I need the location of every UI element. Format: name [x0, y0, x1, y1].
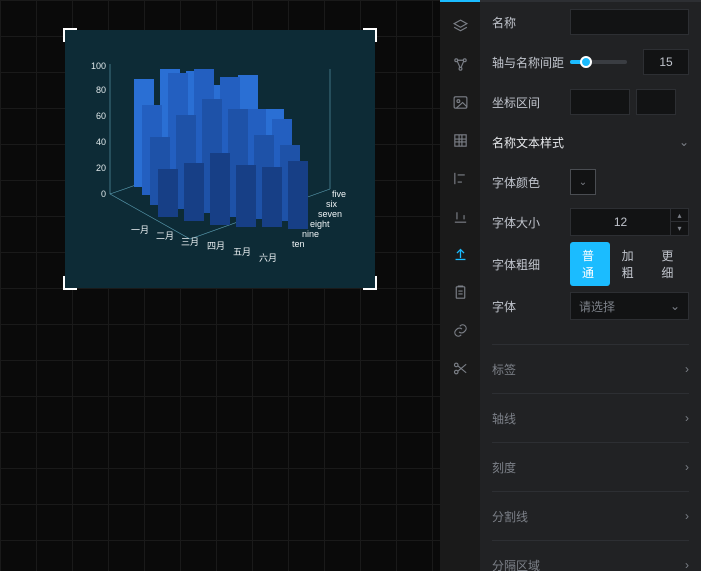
font-weight-light[interactable]: 更细: [649, 242, 689, 286]
text-style-header[interactable]: 名称文本样式 ⌄: [480, 122, 701, 162]
axis-range-min[interactable]: [570, 89, 630, 115]
chevron-right-icon: ›: [685, 460, 689, 474]
section-axis-line[interactable]: 轴线 ›: [480, 398, 701, 438]
selected-element-frame[interactable]: 0 20 40 60 80 100 一月: [65, 30, 375, 288]
panel-iconbar: [440, 0, 480, 571]
ytick: 100: [91, 61, 106, 71]
font-color-swatch[interactable]: ⌄: [570, 169, 596, 195]
font-size-spinner[interactable]: 12 ▴ ▾: [570, 208, 689, 236]
chevron-right-icon: ›: [685, 362, 689, 376]
font-family-label: 字体: [492, 298, 570, 315]
clipboard-icon[interactable]: [440, 274, 480, 310]
font-size-label: 字体大小: [492, 214, 570, 231]
properties-panel: 名称 轴与名称间距 坐标区间 名称文本样式 ⌄ 字体颜色: [440, 0, 701, 571]
axis-range-max[interactable]: [636, 89, 676, 115]
zcat: six: [326, 199, 337, 209]
zcat: five: [332, 189, 346, 199]
section-split-area-text: 分隔区域: [492, 557, 540, 571]
xcat: 五月: [233, 247, 251, 257]
bar3d-chart: 0 20 40 60 80 100 一月: [80, 45, 360, 273]
properties-scroll[interactable]: 名称 轴与名称间距 坐标区间 名称文本样式 ⌄ 字体颜色: [480, 0, 701, 571]
zcat: ten: [292, 239, 305, 249]
section-split-line-text: 分割线: [492, 508, 528, 525]
font-family-placeholder: 请选择: [579, 298, 615, 315]
chevron-right-icon: ›: [685, 509, 689, 523]
section-tick-text: 刻度: [492, 459, 516, 476]
align-left-icon[interactable]: [440, 160, 480, 196]
name-input[interactable]: [570, 9, 689, 35]
section-label[interactable]: 标签 ›: [480, 349, 701, 389]
editor-canvas[interactable]: 0 20 40 60 80 100 一月: [0, 0, 440, 571]
grid-icon[interactable]: [440, 122, 480, 158]
spinner-down-icon[interactable]: ▾: [671, 222, 688, 235]
ytick: 80: [96, 85, 106, 95]
spinner-up-icon[interactable]: ▴: [671, 209, 688, 222]
name-gap-slider[interactable]: [570, 60, 637, 64]
xcat: 一月: [131, 225, 149, 235]
resize-handle-bl[interactable]: [63, 276, 77, 290]
ytick: 20: [96, 163, 106, 173]
ytick: 40: [96, 137, 106, 147]
chevron-right-icon: ›: [685, 558, 689, 571]
section-split-area[interactable]: 分隔区域 ›: [480, 545, 701, 571]
xcat: 二月: [156, 231, 174, 241]
align-bottom-icon[interactable]: [440, 198, 480, 234]
zcat: eight: [310, 219, 330, 229]
ytick: 0: [101, 189, 106, 199]
resize-handle-tr[interactable]: [363, 28, 377, 42]
text-style-header-label: 名称文本样式: [492, 134, 564, 151]
axis-range-label: 坐标区间: [492, 94, 570, 111]
xcat: 四月: [207, 241, 225, 251]
link-icon[interactable]: [440, 312, 480, 348]
font-color-label: 字体颜色: [492, 174, 570, 191]
font-weight-bold[interactable]: 加粗: [610, 242, 650, 286]
zcat: seven: [318, 209, 342, 219]
font-size-value: 12: [571, 215, 670, 229]
section-tick[interactable]: 刻度 ›: [480, 447, 701, 487]
section-split-line[interactable]: 分割线 ›: [480, 496, 701, 536]
font-weight-normal[interactable]: 普通: [570, 242, 610, 286]
chevron-down-icon: ⌄: [679, 135, 689, 149]
nodes-icon[interactable]: [440, 46, 480, 82]
resize-handle-tl[interactable]: [63, 28, 77, 42]
image-icon[interactable]: [440, 84, 480, 120]
ytick: 60: [96, 111, 106, 121]
chevron-down-icon: ⌄: [579, 177, 587, 188]
font-weight-label: 字体粗细: [492, 256, 570, 273]
layers-icon[interactable]: [440, 8, 480, 44]
chevron-right-icon: ›: [685, 411, 689, 425]
resize-handle-br[interactable]: [363, 276, 377, 290]
chevron-down-icon: ⌄: [670, 299, 680, 313]
section-label-text: 标签: [492, 361, 516, 378]
scissors-icon[interactable]: [440, 350, 480, 386]
zcat: nine: [302, 229, 319, 239]
xcat: 六月: [259, 252, 277, 263]
section-axis-line-text: 轴线: [492, 410, 516, 427]
name-label: 名称: [492, 14, 570, 31]
name-gap-label: 轴与名称间距: [492, 54, 570, 71]
upload-icon[interactable]: [440, 236, 480, 272]
font-weight-group: 普通 加粗 更细: [570, 242, 689, 286]
font-family-select[interactable]: 请选择 ⌄: [570, 292, 689, 320]
name-gap-value[interactable]: [643, 49, 689, 75]
xcat: 三月: [181, 237, 199, 247]
